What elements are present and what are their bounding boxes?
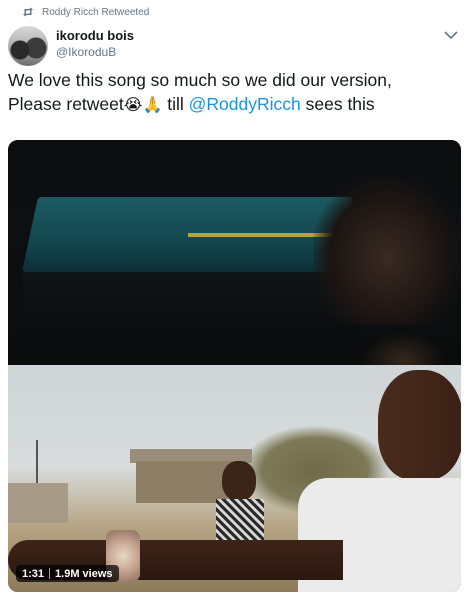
avatar[interactable]: [8, 26, 48, 66]
divider: [49, 568, 51, 579]
tweet-text-mid: till: [162, 94, 189, 114]
retweet-label[interactable]: Roddy Ricch Retweeted: [42, 7, 149, 18]
tweet-text-line2: Please retweet😭🙏 till @RoddyRicch sees t…: [8, 92, 458, 117]
retweet-context: Roddy Ricch Retweeted: [12, 4, 149, 20]
video-frame-top: [8, 140, 461, 365]
tweet-text: We love this song so much so we did our …: [8, 68, 458, 117]
folded-hands-icon: 🙏: [142, 95, 163, 114]
car-door: [23, 272, 353, 334]
video-info-badge: 1:31 1.9M views: [16, 565, 119, 582]
mention-link[interactable]: @RoddyRicch: [189, 94, 301, 114]
driver-figure: [313, 175, 461, 325]
crying-face-icon: 😭: [123, 95, 143, 114]
chevron-down-icon[interactable]: [444, 30, 458, 40]
tweet-text-prefix: Please retweet: [8, 94, 124, 114]
retweet-icon: [23, 7, 33, 17]
tweet-text-line1: We love this song so much so we did our …: [8, 70, 392, 90]
video-duration: 1:31: [22, 567, 45, 580]
video-player[interactable]: 1:31 1.9M views: [8, 140, 461, 592]
tweet-text-suffix: sees this: [300, 94, 375, 114]
video-views: 1.9M views: [55, 567, 113, 580]
author-display-name[interactable]: ikorodu bois: [56, 28, 134, 43]
author-handle[interactable]: @IkoroduB: [56, 45, 116, 59]
building: [8, 483, 68, 523]
video-frame-bottom: [8, 365, 461, 592]
